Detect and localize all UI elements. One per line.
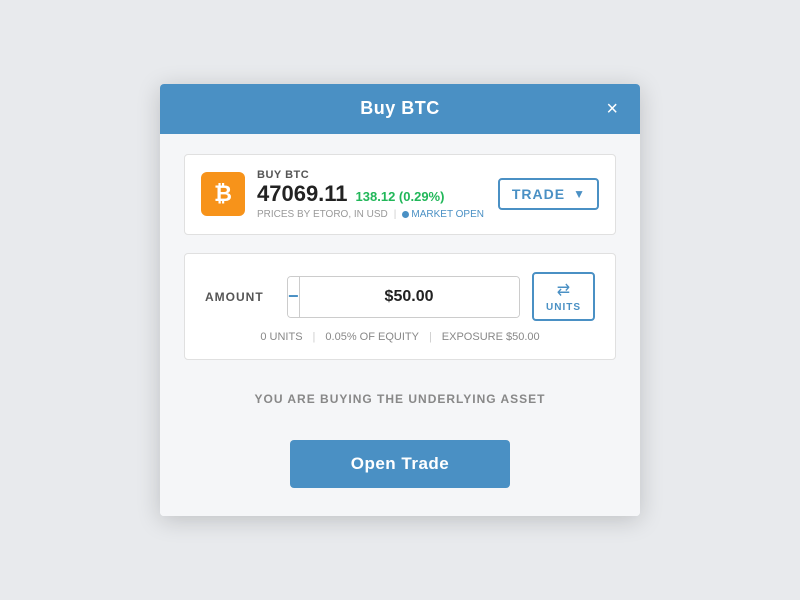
separator-2: | [429,331,432,343]
asset-price: 47069.11 [257,181,348,207]
close-button[interactable]: × [600,97,624,121]
underlying-message: YOU ARE BUYING THE UNDERLYING ASSET [184,382,616,410]
asset-details: BUY BTC 47069.11 138.12 (0.29%) PRICES B… [257,169,484,220]
chevron-down-icon: ▼ [573,187,585,201]
swap-icon: ⇄ [557,280,570,300]
separator-1: | [313,331,316,343]
decrease-button[interactable]: − [288,277,299,317]
open-trade-button[interactable]: Open Trade [290,440,510,488]
equity-value: 0.05% OF EQUITY [325,331,419,343]
amount-input[interactable] [299,277,520,317]
exposure-value: EXPOSURE $50.00 [442,331,540,343]
units-value: 0 UNITS [260,331,302,343]
amount-controls: − + [287,276,520,318]
buy-btc-modal: Buy BTC × ₿ BUY BTC 47069.11 138.12 (0.2… [160,84,640,516]
modal-body: ₿ BUY BTC 47069.11 138.12 (0.29%) PRICES… [160,134,640,516]
asset-change: 138.12 (0.29%) [356,189,445,204]
asset-buy-label: BUY BTC [257,169,484,181]
market-dot [402,211,409,218]
asset-info: ₿ BUY BTC 47069.11 138.12 (0.29%) PRICES… [201,169,484,220]
trade-dropdown[interactable]: TRADE ▼ [498,178,599,210]
amount-meta-row: 0 UNITS | 0.05% OF EQUITY | EXPOSURE $50… [205,331,595,343]
btc-icon: ₿ [201,172,245,216]
modal-header: Buy BTC × [160,84,640,134]
amount-label: AMOUNT [205,290,275,304]
units-toggle-button[interactable]: ⇄ UNITS [532,272,595,321]
asset-row: ₿ BUY BTC 47069.11 138.12 (0.29%) PRICES… [184,154,616,235]
amount-row: AMOUNT − + ⇄ UNITS [205,272,595,321]
asset-meta: PRICES BY ETORO, IN USD | MARKET OPEN [257,209,484,220]
trade-dropdown-label: TRADE [512,186,565,202]
market-open: MARKET OPEN [402,209,484,220]
units-label: UNITS [546,302,581,313]
asset-price-row: 47069.11 138.12 (0.29%) [257,181,484,207]
amount-section: AMOUNT − + ⇄ UNITS 0 UNITS | 0.05% OF EQ… [184,253,616,360]
modal-title: Buy BTC [360,98,440,119]
